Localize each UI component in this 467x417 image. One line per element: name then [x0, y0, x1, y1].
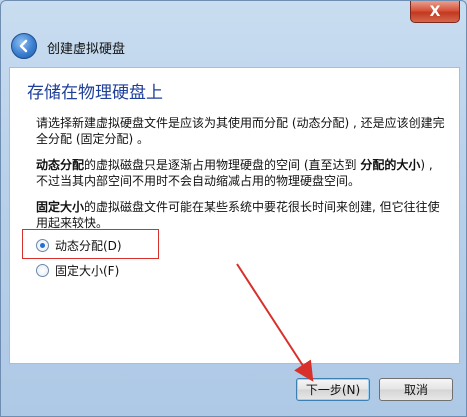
option-fixed-label: 固定大小(F) [55, 263, 120, 278]
option-dynamic-label: 动态分配(D) [55, 238, 122, 253]
fixed-text: 的虚拟磁盘文件可能在某些系统中要花很长时间来创建, 但它往往使用起来较快。 [36, 200, 440, 230]
fixed-explanation: 固定大小的虚拟磁盘文件可能在某些系统中要花很长时间来创建, 但它往往使用起来较快… [36, 199, 446, 231]
dynamic-explanation: 动态分配的虚拟磁盘只是逐渐占用物理硬盘的空间 (直至达到 分配的大小) , 不过… [36, 157, 446, 189]
dialog-window: X 创建虚拟硬盘 存储在物理硬盘上 请选择新建虚拟硬盘文件是应该为其使用而分配 … [0, 0, 467, 417]
next-button[interactable]: 下一步(N) [296, 378, 370, 401]
radio-dynamic[interactable] [36, 238, 49, 252]
back-arrow-icon [19, 39, 28, 53]
dynamic-text-1: 的虚拟磁盘只是逐渐占用物理硬盘的空间 (直至达到 [84, 158, 361, 172]
back-button[interactable] [11, 33, 37, 59]
window-title: 创建虚拟硬盘 [47, 42, 126, 57]
close-button[interactable]: X [410, 1, 460, 23]
description-paragraph: 请选择新建虚拟硬盘文件是应该为其使用而分配 (动态分配) , 还是应该创建完全分… [36, 116, 445, 146]
fixed-term: 固定大小 [36, 200, 85, 214]
dynamic-term: 动态分配 [36, 158, 85, 172]
page-heading: 存储在物理硬盘上 [27, 83, 163, 103]
cancel-button[interactable]: 取消 [379, 378, 453, 401]
radio-fixed[interactable] [36, 263, 49, 277]
option-fixed[interactable]: 固定大小(F) [36, 262, 119, 278]
option-dynamic[interactable]: 动态分配(D) [36, 237, 122, 253]
allocated-size-term: 分配的大小 [360, 158, 421, 172]
close-icon: X [429, 3, 441, 20]
title-bar: X 创建虚拟硬盘 [1, 1, 466, 67]
